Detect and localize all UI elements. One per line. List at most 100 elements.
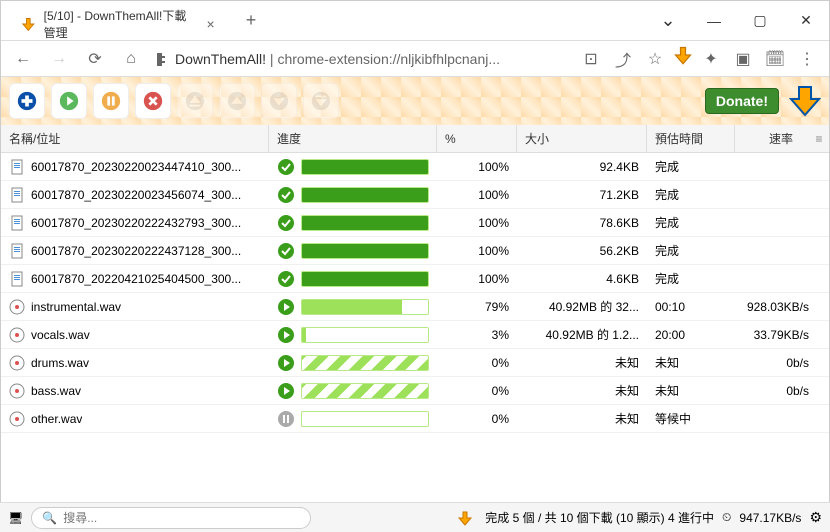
table-header: 名稱/位址 進度 % 大小 預估時間 速率 ≡ [1, 125, 829, 153]
eta-cell: 未知 [647, 382, 735, 399]
move-bottom-button[interactable] [303, 83, 339, 119]
table-row[interactable]: 60017870_20230220023456074_300... 100%71.… [1, 181, 829, 209]
share-icon[interactable]: ⤴ [609, 45, 637, 73]
monitor-icon[interactable]: 🖥 [8, 511, 23, 525]
new-tab-button[interactable]: + [237, 7, 265, 35]
maximize-button[interactable]: ▢ [737, 5, 783, 37]
size-cell: 71.2KB [517, 188, 647, 202]
filename: vocals.wav [31, 328, 90, 342]
size-cell: 未知 [517, 354, 647, 371]
tab-title: [5/10] - DownThemAll!下載管理 [44, 7, 197, 41]
menu-icon[interactable]: ⋮ [793, 45, 821, 73]
table-row[interactable]: 60017870_20230220222437128_300...100%56.… [1, 237, 829, 265]
dta-ext-icon[interactable] [673, 45, 693, 65]
column-menu-icon[interactable]: ≡ [809, 125, 829, 152]
status-icon [277, 214, 295, 232]
column-size[interactable]: 大小 [517, 125, 647, 152]
column-speed[interactable]: 速率 [735, 125, 809, 152]
percent-cell: 100% [437, 160, 517, 174]
reload-button[interactable]: ⟳ [81, 45, 109, 73]
app-toolbar: Donate! [1, 77, 829, 125]
back-button[interactable]: ← [9, 45, 37, 73]
status-icon [277, 158, 295, 176]
filename: other.wav [31, 412, 82, 426]
status-text: 完成 5 個 / 共 10 個下載 (10 顯示) 4 進行中 [485, 509, 714, 526]
table-row[interactable]: vocals.wav3%40.92MB 的 1.2...20:0033.79KB… [1, 321, 829, 349]
play-button[interactable] [51, 83, 87, 119]
table-row[interactable]: 60017870_20230220023447410_300...100%92.… [1, 153, 829, 181]
column-name[interactable]: 名稱/位址 [1, 125, 269, 152]
status-icon [277, 242, 295, 260]
table-row[interactable]: other.wav0%未知等候中 [1, 405, 829, 433]
size-cell: 未知 [517, 382, 647, 399]
eta-cell: 完成 [647, 242, 735, 259]
filename: bass.wav [31, 384, 81, 398]
browser-tab[interactable]: [5/10] - DownThemAll!下載管理 × [9, 8, 229, 40]
file-icon [9, 355, 25, 371]
size-cell: 40.92MB 的 32... [517, 298, 647, 315]
window-chevron-icon[interactable]: ⌄ [645, 5, 691, 37]
donate-button[interactable]: Donate! [705, 88, 779, 114]
profile-icon[interactable]: 🗓 [761, 45, 789, 73]
close-button[interactable]: ✕ [783, 5, 829, 37]
progress-bar [301, 159, 429, 175]
status-icon [277, 298, 295, 316]
search-box[interactable]: 🔍 [31, 507, 311, 529]
star-icon[interactable]: ☆ [641, 45, 669, 73]
panel-icon[interactable]: ▣ [729, 45, 757, 73]
translate-icon[interactable]: ⊡ [577, 45, 605, 73]
progress-bar [301, 299, 429, 315]
minimize-button[interactable]: — [691, 5, 737, 37]
search-input[interactable] [63, 511, 300, 525]
extension-icon [153, 51, 169, 67]
column-percent[interactable]: % [437, 125, 517, 152]
filename: 60017870_20230220023456074_300... [31, 188, 241, 202]
tab-close-icon[interactable]: × [204, 17, 217, 31]
cancel-button[interactable] [135, 83, 171, 119]
home-button[interactable]: ⌂ [117, 45, 145, 73]
status-icon [277, 326, 295, 344]
file-icon [9, 271, 25, 287]
column-progress[interactable]: 進度 [269, 125, 437, 152]
browser-titlebar: [5/10] - DownThemAll!下載管理 × + ⌄ — ▢ ✕ [1, 1, 829, 41]
percent-cell: 100% [437, 188, 517, 202]
eta-cell: 完成 [647, 270, 735, 287]
size-cell: 56.2KB [517, 244, 647, 258]
table-body: 60017870_20230220023447410_300...100%92.… [1, 153, 829, 433]
file-icon [9, 299, 25, 315]
column-eta[interactable]: 預估時間 [647, 125, 735, 152]
percent-cell: 79% [437, 300, 517, 314]
table-row[interactable]: 60017870_20220421025404500_300...100%4.6… [1, 265, 829, 293]
size-cell: 4.6KB [517, 272, 647, 286]
url-text: DownThemAll! | chrome-extension://nljkib… [175, 51, 500, 67]
size-cell: 未知 [517, 410, 647, 427]
status-icon [277, 354, 295, 372]
percent-cell: 3% [437, 328, 517, 342]
add-button[interactable] [9, 83, 45, 119]
speed-cell: 928.03KB/s [735, 300, 829, 314]
table-row[interactable]: drums.wav0%未知未知0b/s [1, 349, 829, 377]
status-icon [277, 382, 295, 400]
pause-button[interactable] [93, 83, 129, 119]
size-cell: 40.92MB 的 1.2... [517, 326, 647, 343]
progress-bar [301, 411, 429, 427]
progress-bar [301, 271, 429, 287]
status-dl-icon [457, 510, 473, 526]
file-icon [9, 383, 25, 399]
move-down-button[interactable] [261, 83, 297, 119]
table-row[interactable]: bass.wav0%未知未知0b/s [1, 377, 829, 405]
forward-button[interactable]: → [45, 45, 73, 73]
status-icon [277, 270, 295, 288]
window-controls: ⌄ — ▢ ✕ [645, 5, 829, 37]
extensions-icon[interactable]: ✦ [697, 45, 725, 73]
settings-icon[interactable]: ⚙ [809, 509, 822, 526]
filename: 60017870_20230220023447410_300... [31, 160, 241, 174]
table-row[interactable]: 60017870_20230220222432793_300...100%78.… [1, 209, 829, 237]
url-input[interactable]: DownThemAll! | chrome-extension://nljkib… [153, 51, 569, 67]
percent-cell: 100% [437, 216, 517, 230]
table-row[interactable]: instrumental.wav79%40.92MB 的 32...00:109… [1, 293, 829, 321]
move-up-button[interactable] [219, 83, 255, 119]
move-top-button[interactable] [177, 83, 213, 119]
progress-bar [301, 327, 429, 343]
file-icon [9, 215, 25, 231]
